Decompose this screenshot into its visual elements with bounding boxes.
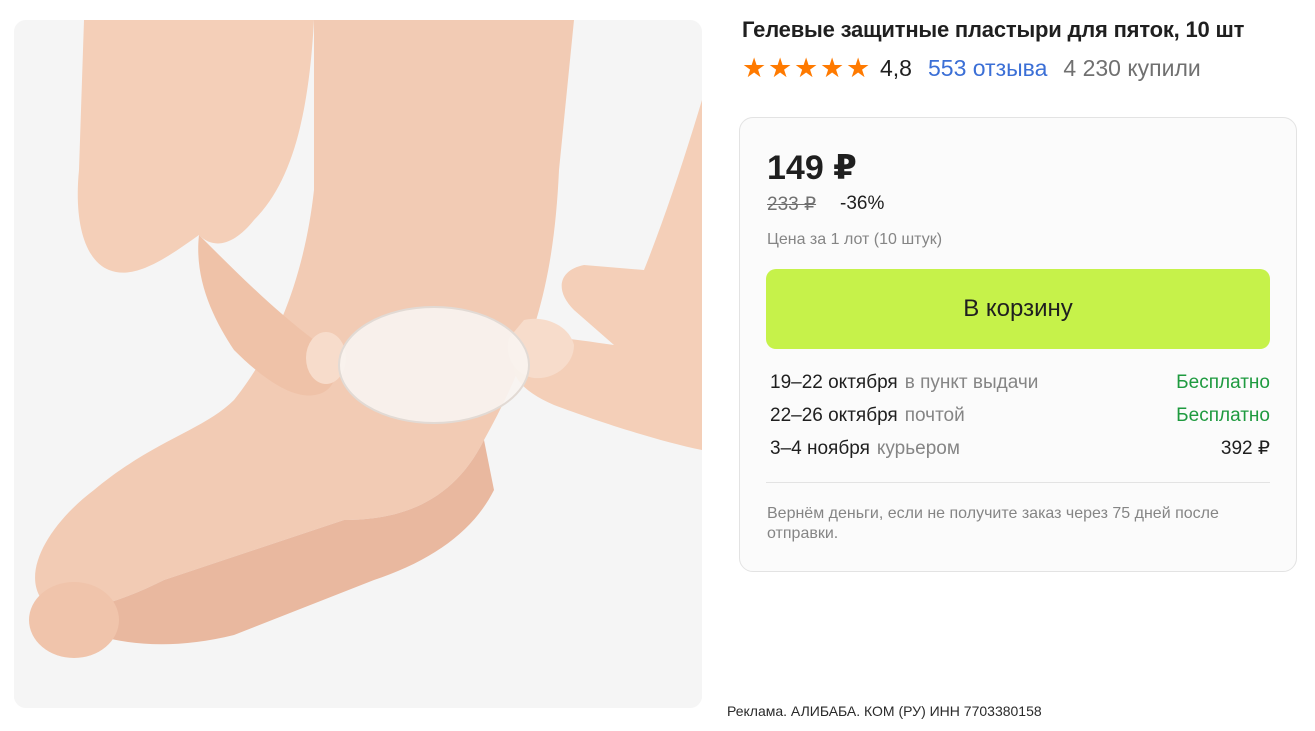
delivery-method: курьером xyxy=(876,437,960,459)
delivery-method: в пункт выдачи xyxy=(904,371,1039,393)
ad-disclaimer: Реклама. АЛИБАБА. КОМ (РУ) ИНН 770338015… xyxy=(727,703,1042,719)
delivery-price: 392 ₽ xyxy=(1220,438,1270,459)
add-to-cart-button[interactable]: В корзину xyxy=(766,269,1270,349)
delivery-price: Бесплатно xyxy=(1176,404,1270,426)
purchase-card: 149 ₽ 233 ₽ -36% Цена за 1 лот (10 штук)… xyxy=(739,117,1297,572)
divider xyxy=(766,482,1270,483)
product-page: Гелевые защитные пластыри для пяток, 10 … xyxy=(0,0,1315,731)
lot-note: Цена за 1 лот (10 штук) xyxy=(767,231,943,248)
star-icon: ★ xyxy=(820,53,845,83)
star-icon: ★ xyxy=(742,53,767,83)
bought-count: 4 230 купили xyxy=(1063,54,1201,81)
delivery-row: 19–22 октября в пункт выдачи Бесплатно xyxy=(770,366,1270,399)
refund-note: Вернём деньги, если не получите заказ че… xyxy=(767,505,1219,542)
delivery-date: 19–22 октября xyxy=(770,371,898,393)
discount-badge: -36% xyxy=(840,193,885,214)
delivery-date: 22–26 октября xyxy=(770,404,898,426)
delivery-info: 19–22 октября в пункт выдачи xyxy=(770,372,1038,394)
delivery-info: 22–26 октября почтой xyxy=(770,405,965,427)
delivery-method: почтой xyxy=(904,404,965,426)
delivery-options: 19–22 октября в пункт выдачи Бесплатно 22… xyxy=(770,366,1270,465)
product-photo xyxy=(14,20,702,708)
current-price: 149 ₽ xyxy=(767,149,857,187)
product-info: Гелевые защитные пластыри для пяток, 10 … xyxy=(742,14,1302,85)
delivery-info: 3–4 ноября курьером xyxy=(770,438,960,460)
product-image[interactable] xyxy=(14,20,702,708)
star-icon: ★ xyxy=(794,53,819,83)
rating-stars: ★ ★ ★ ★ ★ xyxy=(742,53,872,83)
delivery-date: 3–4 ноября xyxy=(770,437,870,459)
star-icon: ★ xyxy=(846,53,871,83)
delivery-price: Бесплатно xyxy=(1176,371,1270,393)
delivery-row: 22–26 октября почтой Бесплатно xyxy=(770,399,1270,432)
product-title: Гелевые защитные пластыри для пяток, 10 … xyxy=(742,17,1245,42)
rating-value: 4,8 xyxy=(880,54,912,81)
star-icon: ★ xyxy=(768,53,793,83)
old-price: 233 ₽ xyxy=(767,194,817,215)
delivery-row: 3–4 ноября курьером 392 ₽ xyxy=(770,432,1270,465)
rating-row: ★ ★ ★ ★ ★ 4,8 553 отзыва 4 230 купили xyxy=(742,51,1302,85)
reviews-link[interactable]: 553 отзыва xyxy=(928,55,1047,82)
